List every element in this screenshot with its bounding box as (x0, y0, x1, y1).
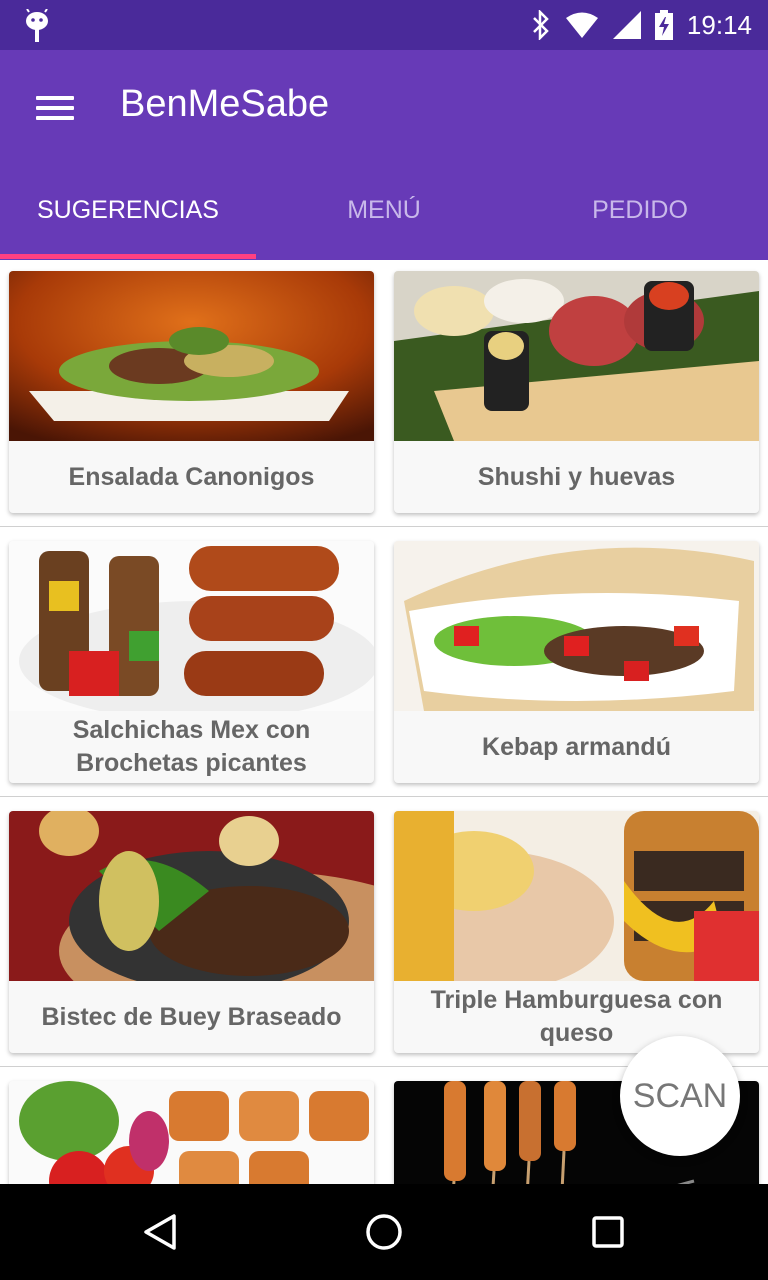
food-name: Ensalada Canonigos (68, 462, 315, 491)
bluetooth-icon (533, 10, 549, 40)
hamburger-menu-icon[interactable] (36, 92, 76, 122)
tab-sugerencias[interactable]: SUGERENCIAS (0, 170, 256, 260)
food-card[interactable]: Ensalada Canonigos (9, 271, 374, 513)
food-card[interactable]: Shushi y huevas (394, 271, 759, 513)
food-name: Kebap armandú (482, 732, 671, 761)
food-name: Salchichas Mex con Brochetas picantes (72, 716, 311, 777)
food-photo (394, 541, 759, 711)
tab-bar: SUGERENCIAS MENÚ PEDIDO (0, 170, 768, 260)
navigation-bar (0, 1184, 768, 1280)
food-photo (9, 811, 374, 981)
food-name: Shushi y huevas (477, 462, 676, 491)
tab-pedido[interactable]: PEDIDO (512, 170, 768, 260)
scan-button[interactable]: SCAN (620, 1036, 740, 1156)
food-photo (9, 271, 374, 441)
food-photo (394, 811, 759, 981)
food-card[interactable] (9, 1081, 374, 1184)
row-divider (0, 526, 768, 527)
back-icon[interactable] (136, 1208, 184, 1256)
battery-charging-icon (654, 10, 673, 40)
food-photo (9, 541, 374, 711)
food-card[interactable]: Kebap armandú (394, 541, 759, 783)
row-divider (0, 796, 768, 797)
status-time: 19:14 (686, 9, 752, 40)
recents-icon[interactable] (584, 1208, 632, 1256)
wifi-icon (565, 12, 598, 38)
food-photo (394, 271, 759, 441)
food-card[interactable]: Bistec de Buey Braseado (9, 811, 374, 1053)
home-icon[interactable] (360, 1208, 408, 1256)
signal-icon (612, 11, 641, 39)
food-card[interactable]: Salchichas Mex con Brochetas picantes (9, 541, 374, 783)
food-name: Bistec de Buey Braseado (41, 1002, 342, 1031)
food-card[interactable]: Triple Hamburguesa con queso (394, 811, 759, 1053)
android-debug-icon (26, 9, 48, 42)
app-bar: BenMeSabe SUGERENCIAS MENÚ PEDIDO (0, 50, 768, 260)
app-title: BenMeSabe (120, 83, 330, 125)
status-bar: 19:14 (0, 0, 768, 50)
tab-menu[interactable]: MENÚ (256, 170, 512, 260)
food-photo (9, 1081, 374, 1184)
tab-indicator (0, 254, 256, 259)
